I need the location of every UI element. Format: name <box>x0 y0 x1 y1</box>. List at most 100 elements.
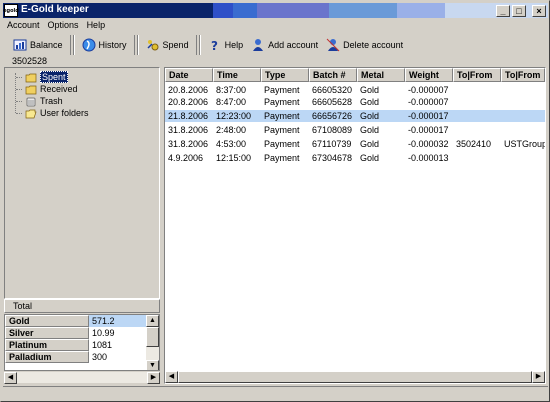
delete-account-button[interactable]: Delete account <box>322 36 407 54</box>
totals-row[interactable]: Silver 10.99 <box>5 327 147 339</box>
cell-batch: 67304678 <box>312 153 353 163</box>
toolbar-separator <box>133 35 139 55</box>
tree-item-received[interactable]: Received <box>25 83 78 95</box>
cell-batch: 66656726 <box>312 111 353 121</box>
totals-row[interactable]: Palladium 300 <box>5 351 147 363</box>
cell-metal: Gold <box>360 111 380 121</box>
menu-help[interactable]: Help <box>87 20 106 30</box>
cell-to-from <box>453 84 501 96</box>
svg-text:?: ? <box>211 39 218 52</box>
table-row[interactable]: 4.9.2006 12:15:00 Payment 67304678 Gold … <box>165 152 545 164</box>
cell-to-from-2: USTGroup <box>504 139 545 149</box>
totals-grid[interactable]: Gold 571.2 Silver 10.99 Platinum 1081 Pa… <box>4 314 160 371</box>
column-header-batch[interactable]: Batch # <box>309 68 357 82</box>
help-button[interactable]: ? Help <box>204 36 248 54</box>
scroll-left-arrow-icon[interactable]: ◀ <box>4 372 17 384</box>
app-window: egold E-Gold keeper _ □ × Account Option… <box>0 0 550 402</box>
folder-tree[interactable]: Spent Received Trash User folders <box>4 67 160 299</box>
column-header-to-from-2[interactable]: To|From <box>501 68 545 82</box>
cell-batch: 66605628 <box>312 97 353 107</box>
metal-total: 571.2 <box>89 315 147 327</box>
balance-button[interactable]: Balance <box>9 36 67 54</box>
totals-vertical-scrollbar[interactable]: ▲ ▼ <box>146 315 159 370</box>
cell-time: 12:23:00 <box>216 111 252 121</box>
toolbar-separator <box>195 35 201 55</box>
column-header-to-from[interactable]: To|From <box>453 68 501 82</box>
scroll-left-arrow-icon[interactable]: ◀ <box>165 371 178 383</box>
cell-time: 4:53:00 <box>216 139 247 149</box>
help-icon: ? <box>208 38 222 52</box>
scroll-right-arrow-icon[interactable]: ▶ <box>532 371 545 383</box>
table-row[interactable]: 20.8.2006 8:47:00 Payment 66605628 Gold … <box>165 96 545 108</box>
cell-time: 12:15:00 <box>216 153 252 163</box>
toolbar: Balance History Spend ? Help Add account… <box>3 34 548 56</box>
cell-weight: -0.000013 <box>408 153 449 163</box>
column-header-time[interactable]: Time <box>213 68 261 82</box>
table-row[interactable]: 31.8.2006 4:53:00 Payment 67110739 Gold … <box>165 138 545 150</box>
app-icon[interactable]: egold <box>3 4 19 17</box>
cell-to-from-2 <box>501 110 545 122</box>
minimize-button[interactable]: _ <box>496 5 510 17</box>
transactions-grid[interactable]: Date Time Type Batch # Metal Weight To|F… <box>164 67 546 384</box>
cell-weight: -0.000032 <box>408 139 449 149</box>
table-row[interactable]: 20.8.2006 8:37:00 Payment 66605320 Gold … <box>165 84 545 96</box>
menu-account[interactable]: Account <box>7 20 40 30</box>
cell-to-from <box>453 124 501 136</box>
balance-icon <box>13 38 27 52</box>
column-header-date[interactable]: Date <box>165 68 213 82</box>
table-row[interactable]: 31.8.2006 2:48:00 Payment 67108089 Gold … <box>165 124 545 136</box>
cell-date: 31.8.2006 <box>168 139 209 149</box>
cell-batch: 67108089 <box>312 125 353 135</box>
cell-metal: Gold <box>360 125 380 135</box>
cell-to-from-2 <box>501 124 545 136</box>
folder-icon <box>25 73 37 82</box>
cell-date: 20.8.2006 <box>168 97 209 107</box>
totals-row[interactable]: Platinum 1081 <box>5 339 147 351</box>
close-button[interactable]: × <box>532 5 546 17</box>
column-header-type[interactable]: Type <box>261 68 309 82</box>
tree-item-user-folders[interactable]: User folders <box>25 107 89 119</box>
column-header-weight[interactable]: Weight <box>405 68 453 82</box>
cell-type: Payment <box>264 97 300 107</box>
spend-icon <box>146 38 160 52</box>
grid-horizontal-scrollbar[interactable]: ◀ ▶ <box>165 371 545 383</box>
cell-batch: 66605320 <box>312 85 353 95</box>
add-user-icon <box>251 38 265 52</box>
scroll-thumb[interactable] <box>146 327 159 347</box>
folder-icon <box>25 85 37 94</box>
cell-type: Payment <box>264 139 300 149</box>
totals-row[interactable]: Gold 571.2 <box>5 315 147 327</box>
cell-to-from <box>453 96 501 108</box>
title-bar[interactable]: egold E-Gold keeper _ □ × <box>3 3 548 18</box>
history-button[interactable]: History <box>78 36 131 54</box>
menu-options[interactable]: Options <box>48 20 79 30</box>
cell-metal: Gold <box>360 85 380 95</box>
cell-to-from-2 <box>501 84 545 96</box>
delete-user-icon <box>326 38 340 52</box>
cell-metal: Gold <box>360 139 380 149</box>
column-header-metal[interactable]: Metal <box>357 68 405 82</box>
spend-button[interactable]: Spend <box>142 36 193 54</box>
history-icon <box>82 38 96 52</box>
scroll-right-arrow-icon[interactable]: ▶ <box>147 372 160 384</box>
cell-weight: -0.000017 <box>408 125 449 135</box>
account-number: 3502528 <box>12 56 48 66</box>
table-row-selected[interactable]: 21.8.2006 12:23:00 Payment 66656726 Gold… <box>165 110 545 122</box>
cell-date: 20.8.2006 <box>168 85 209 95</box>
cell-weight: -0.000017 <box>408 111 449 121</box>
cell-type: Payment <box>264 111 300 121</box>
tree-item-spent[interactable]: Spent <box>25 71 68 83</box>
add-account-button[interactable]: Add account <box>247 36 322 54</box>
scroll-up-arrow-icon[interactable]: ▲ <box>146 315 159 327</box>
totals-horizontal-scrollbar[interactable]: ◀ ▶ <box>4 371 160 384</box>
cell-batch: 67110739 <box>312 139 352 149</box>
maximize-button[interactable]: □ <box>512 5 526 17</box>
scroll-thumb[interactable] <box>178 371 532 383</box>
cell-metal: Gold <box>360 97 380 107</box>
metal-name: Palladium <box>5 351 89 363</box>
cell-date: 31.8.2006 <box>168 125 209 135</box>
metal-total: 300 <box>89 351 147 363</box>
scroll-down-arrow-icon[interactable]: ▼ <box>146 360 159 370</box>
cell-to-from: 3502410 <box>456 139 492 149</box>
tree-item-trash[interactable]: Trash <box>25 95 63 107</box>
